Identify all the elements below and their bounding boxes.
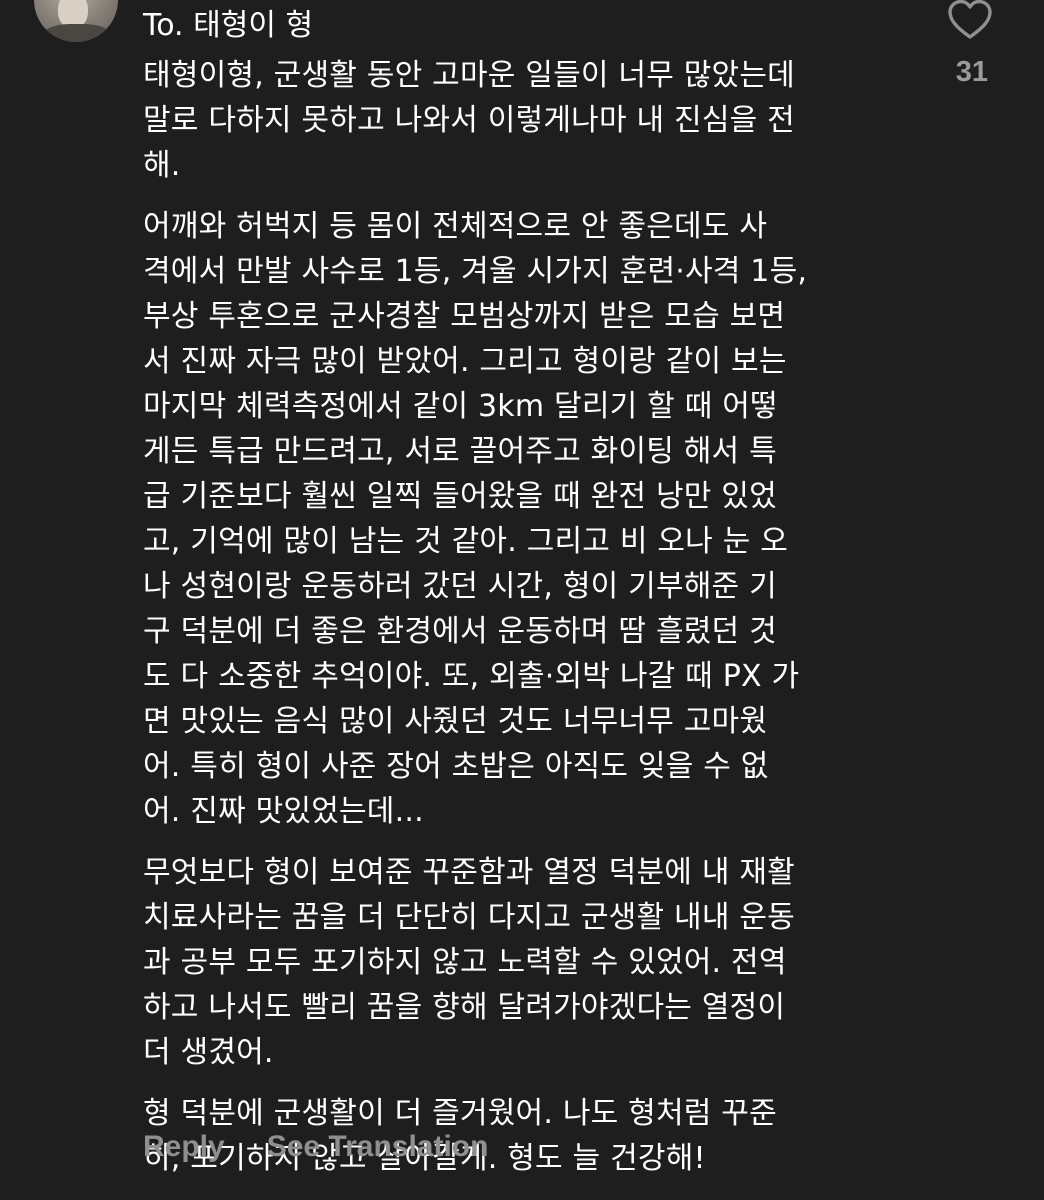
comment-paragraph: 무엇보다 형이 보여준 꾸준함과 열정 덕분에 내 재활 치료사라는 꿈을 더 … [143, 855, 795, 1070]
heart-outline-icon [948, 0, 992, 39]
avatar-shirt [42, 24, 112, 42]
comment-title: To. 태형이 형 [143, 8, 314, 43]
comment-actions: Reply See Translation [143, 1130, 488, 1164]
see-translation-button[interactable]: See Translation [267, 1130, 489, 1163]
comment-body: 태형이형, 군생활 동안 고마운 일들이 너무 많았는데 말로 다하지 못하고 … [143, 53, 903, 1181]
comment-paragraph: 어깨와 허벅지 등 몸이 전체적으로 안 좋은데도 사 격에서 만발 사수로 1… [143, 209, 808, 829]
heart-icon[interactable] [946, 0, 994, 44]
user-avatar[interactable] [34, 0, 118, 42]
comment-paragraph: 태형이형, 군생활 동안 고마운 일들이 너무 많았는데 말로 다하지 못하고 … [143, 58, 795, 183]
like-count: 31 [955, 56, 988, 88]
reply-button[interactable]: Reply [143, 1130, 225, 1163]
